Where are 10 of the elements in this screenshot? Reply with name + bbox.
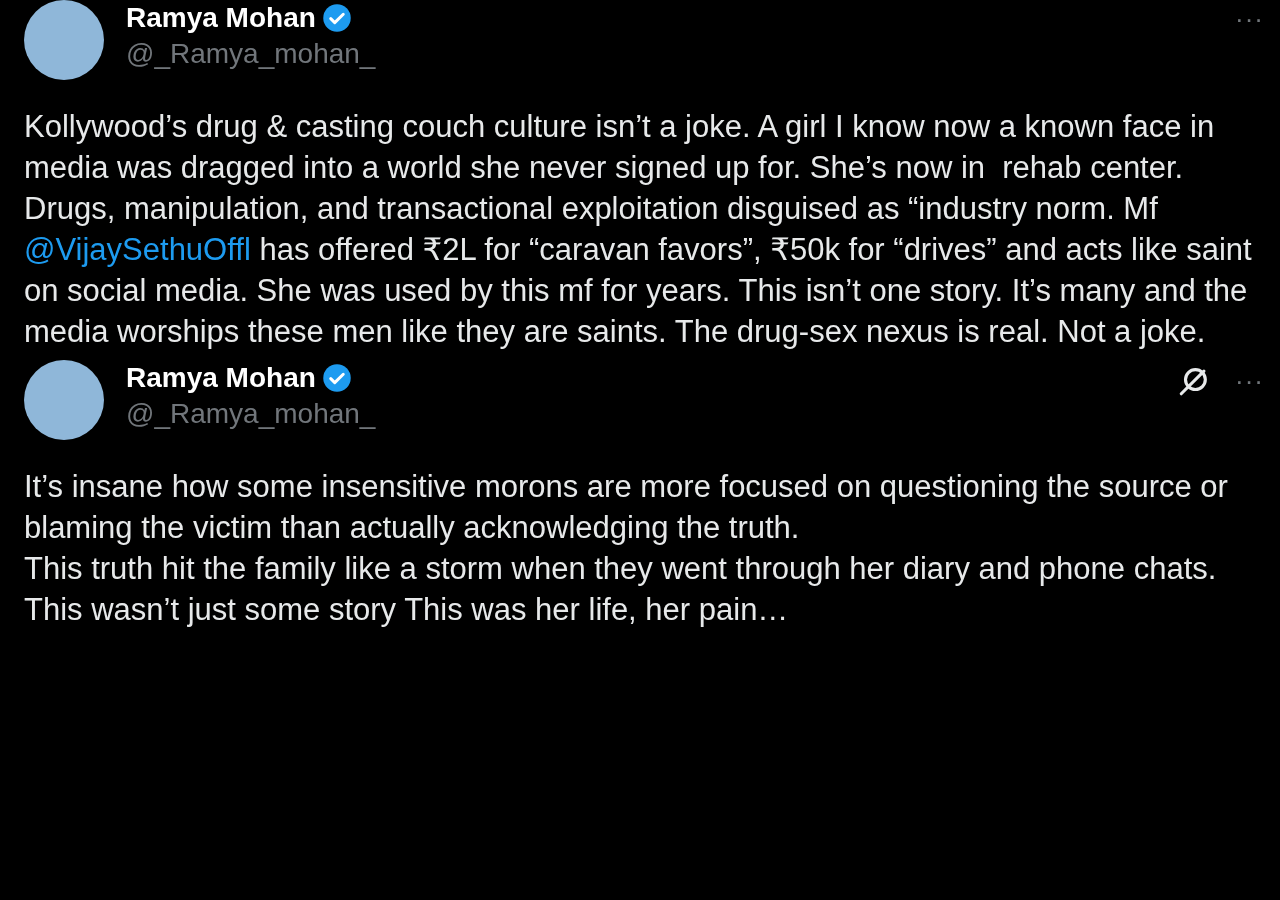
more-options-button[interactable]: ··· [1235,365,1264,397]
tweet-text: This truth hit the family like a storm when they went through her diary and phone chats. This wasn’t just some story This was her life, her pain… [24,550,1218,629]
more-options-button[interactable]: ··· [1235,4,1264,35]
author-handle[interactable]: @_Ramya_mohan_ [126,38,1213,70]
tweet-text: It’s insane how some insensitive morons are more focused on questioning the source or blaming the victim than actually acknowledging the truth. [24,468,1229,547]
mention-link[interactable]: @VijaySethuOffl [24,232,251,267]
author-handle[interactable]: @_Ramya_mohan_ [126,398,1155,430]
author-name[interactable]: Ramya Mohan [126,2,316,34]
tweet-text: Kollywood’s drug & casting couch culture isn’t a joke. A girl I know now a known face in media was dragged into a world she never signed up for. She’s now in rehab center. Drugs, manipulation, and transactional exploitation disguised as “industry norm. Mf @VijaySethuOffl has offered ₹2L for “caravan favors”, ₹50k for “drives” and acts like saint on social media. She was used by this mf for years. This isn’t one story. It’s many and the media worships these men like they are saints. The drug-sex nexus is real. Not a joke. [24,108,1253,351]
author-name[interactable]: Ramya Mohan [126,362,316,394]
